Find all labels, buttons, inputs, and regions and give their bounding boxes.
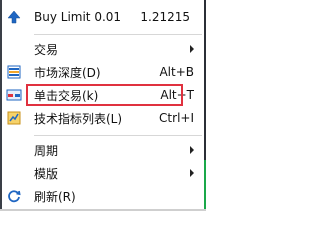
chart-context-menu: Buy Limit 0.01 1.21215 交易 市场深度(D) Alt+B bbox=[0, 0, 206, 211]
menu-item-trade-label: 交易 bbox=[34, 42, 59, 57]
menu-bottom-frame bbox=[0, 209, 206, 211]
menu-item-market-depth-label: 市场深度(D) bbox=[34, 65, 101, 80]
buy-limit-label: Buy Limit 0.01 bbox=[34, 10, 122, 24]
menu-item-period-label: 周期 bbox=[34, 143, 59, 158]
menu-item-indicators-list-label: 技术指标列表(L) bbox=[34, 111, 123, 126]
market-depth-icon bbox=[2, 61, 26, 83]
menu-separator bbox=[34, 34, 202, 35]
menu-item-one-click-trading-label: 单击交易(k) bbox=[34, 88, 99, 103]
menu-item-indicators-list[interactable]: 技术指标列表(L) Ctrl+I bbox=[2, 107, 204, 129]
menu-item-template-label: 模版 bbox=[34, 166, 59, 181]
chevron-right-icon bbox=[190, 45, 194, 53]
buy-limit-price: 1.21215 bbox=[140, 10, 190, 24]
indicators-list-icon bbox=[2, 107, 26, 129]
menu-item-trade[interactable]: 交易 bbox=[2, 38, 204, 60]
chevron-right-icon bbox=[190, 146, 194, 154]
menu-item-one-click-trading-shortcut: Alt+T bbox=[160, 88, 194, 102]
chevron-right-icon bbox=[190, 169, 194, 177]
arrow-up-icon bbox=[2, 6, 26, 28]
one-click-trading-icon bbox=[2, 84, 26, 106]
menu-item-refresh[interactable]: 刷新(R) bbox=[2, 185, 204, 207]
menu-item-refresh-label: 刷新(R) bbox=[34, 189, 76, 204]
menu-item-buy-limit[interactable]: Buy Limit 0.01 1.21215 bbox=[2, 6, 204, 28]
menu-item-template[interactable]: 模版 bbox=[2, 162, 204, 184]
menu-item-indicators-list-shortcut: Ctrl+I bbox=[159, 111, 194, 125]
menu-item-template-icon-slot bbox=[2, 162, 26, 184]
menu-item-period-icon-slot bbox=[2, 139, 26, 161]
menu-item-market-depth-shortcut: Alt+B bbox=[159, 65, 194, 79]
menu-item-market-depth[interactable]: 市场深度(D) Alt+B bbox=[2, 61, 204, 83]
refresh-icon bbox=[2, 185, 26, 207]
menu-separator bbox=[34, 135, 202, 136]
menu-item-period[interactable]: 周期 bbox=[2, 139, 204, 161]
menu-item-one-click-trading[interactable]: 单击交易(k) Alt+T bbox=[2, 84, 204, 106]
menu-item-trade-icon-slot bbox=[2, 38, 26, 60]
menu-right-frame-accent bbox=[204, 160, 206, 211]
